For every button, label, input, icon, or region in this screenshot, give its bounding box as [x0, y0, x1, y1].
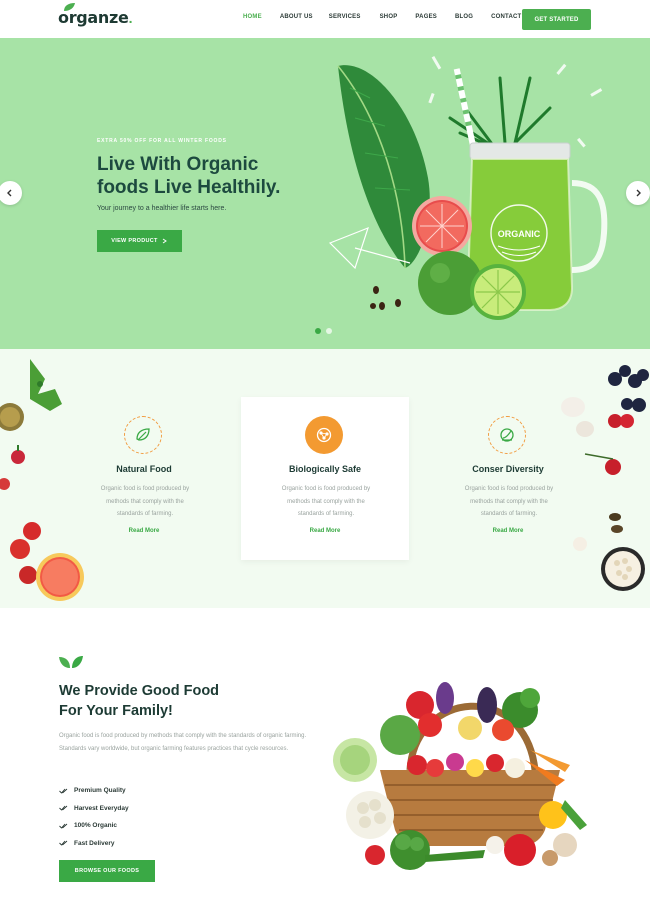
- logo[interactable]: organze.: [58, 3, 133, 27]
- list-item: Fast Delivery: [59, 835, 129, 853]
- double-check-icon: [59, 823, 68, 829]
- hero-subtitle: Your journey to a healthier life starts …: [97, 205, 227, 212]
- feature-title: Conser Diversity: [472, 464, 544, 474]
- feature-title: Natural Food: [116, 464, 172, 474]
- hero-title-line1: Live With Organic: [97, 154, 259, 175]
- feature-read-more-link[interactable]: Read More: [241, 528, 409, 534]
- nav-blog[interactable]: BLOG: [455, 14, 473, 20]
- slider-prev-button[interactable]: [0, 181, 22, 205]
- hero-title-line2: foods Live Healthily.: [97, 177, 281, 198]
- lime-slice: [470, 264, 526, 320]
- double-check-icon: [59, 788, 68, 794]
- list-item-label: Premium Quality: [74, 787, 126, 795]
- list-item-label: Fast Delivery: [74, 839, 115, 847]
- about-title-line2: For Your Family!: [59, 703, 173, 719]
- feature-icon-wrap: [124, 416, 162, 454]
- slider-dot-2[interactable]: [326, 328, 332, 334]
- hero-title: Live With Organic foods Live Healthily.: [97, 153, 337, 199]
- list-item: Premium Quality: [59, 782, 129, 800]
- nav-shop[interactable]: SHOP: [380, 14, 398, 20]
- nav-contact[interactable]: CONTACT: [491, 14, 521, 20]
- jar-label: ORGANIC: [498, 229, 541, 239]
- arrow-right-icon: [162, 238, 167, 244]
- chevron-left-icon: [7, 189, 12, 197]
- eco-globe-icon: [500, 428, 514, 442]
- nav-pages[interactable]: PAGES: [415, 14, 437, 20]
- double-check-icon: [59, 805, 68, 811]
- feature-card-natural-food: Natural Food Organic food is food produc…: [60, 397, 228, 560]
- about-text: Organic food is food produced by methods…: [59, 733, 307, 752]
- about-feature-list: Premium Quality Harvest Everyday 100% Or…: [59, 782, 129, 852]
- bio-molecule-icon: [316, 427, 332, 443]
- list-item: 100% Organic: [59, 817, 129, 835]
- nav-home[interactable]: HOME: [243, 14, 262, 20]
- seeds: [370, 286, 401, 310]
- hero-slider: EXTRA 50% OFF FOR ALL WINTER FOODS Live …: [0, 38, 650, 349]
- view-product-button[interactable]: VIEW PRODUCT: [97, 230, 182, 252]
- feature-card-biologically-safe: Biologically Safe Organic food is food p…: [241, 397, 409, 560]
- leaf-food-icon: [136, 428, 150, 441]
- get-started-button[interactable]: GET STARTED: [522, 9, 591, 30]
- feature-text: Organic food is food produced by methods…: [281, 486, 371, 517]
- feature-text: Organic food is food produced by methods…: [100, 486, 190, 517]
- nav-services[interactable]: SERVICES: [329, 14, 361, 20]
- features-section: Natural Food Organic food is food produc…: [0, 349, 650, 608]
- hero-kicker: EXTRA 50% OFF FOR ALL WINTER FOODS: [97, 138, 227, 144]
- nav-about-us[interactable]: ABOUT US: [280, 14, 313, 20]
- list-item-label: Harvest Everyday: [74, 804, 129, 812]
- view-product-label: VIEW PRODUCT: [111, 238, 158, 244]
- feature-card-conser-diversity: Conser Diversity Organic food is food pr…: [424, 397, 592, 560]
- list-item-label: 100% Organic: [74, 822, 117, 830]
- main-nav: HOME ABOUT US SERVICES SHOP PAGES BLOG C…: [243, 14, 521, 20]
- vegetable-basket-image: [333, 682, 587, 870]
- list-item: Harvest Everyday: [59, 800, 129, 818]
- feature-title: Biologically Safe: [288, 464, 362, 474]
- about-title: We Provide Good Food For Your Family!: [59, 681, 299, 721]
- about-title-line1: We Provide Good Food: [59, 683, 220, 699]
- leaf-icon: [59, 656, 83, 668]
- header: organze. HOME ABOUT US SERVICES SHOP PAG…: [0, 0, 650, 38]
- feature-icon-wrap: [488, 416, 526, 454]
- slider-dot-1[interactable]: [315, 328, 321, 334]
- double-check-icon: [59, 840, 68, 846]
- straw: [453, 68, 478, 153]
- logo-leaf-icon: [64, 3, 75, 11]
- feature-icon-wrap: [305, 416, 343, 454]
- slider-dots: [315, 328, 332, 334]
- feature-read-more-link[interactable]: Read More: [424, 528, 592, 534]
- logo-dot: .: [128, 9, 133, 26]
- grapefruit: [412, 196, 472, 256]
- browse-foods-button[interactable]: BROWSE OUR FOODS: [59, 860, 155, 882]
- feature-read-more-link[interactable]: Read More: [60, 528, 228, 534]
- feature-text: Organic food is food produced by methods…: [464, 486, 554, 517]
- hero-juice-illustration: ORGANIC: [328, 55, 608, 320]
